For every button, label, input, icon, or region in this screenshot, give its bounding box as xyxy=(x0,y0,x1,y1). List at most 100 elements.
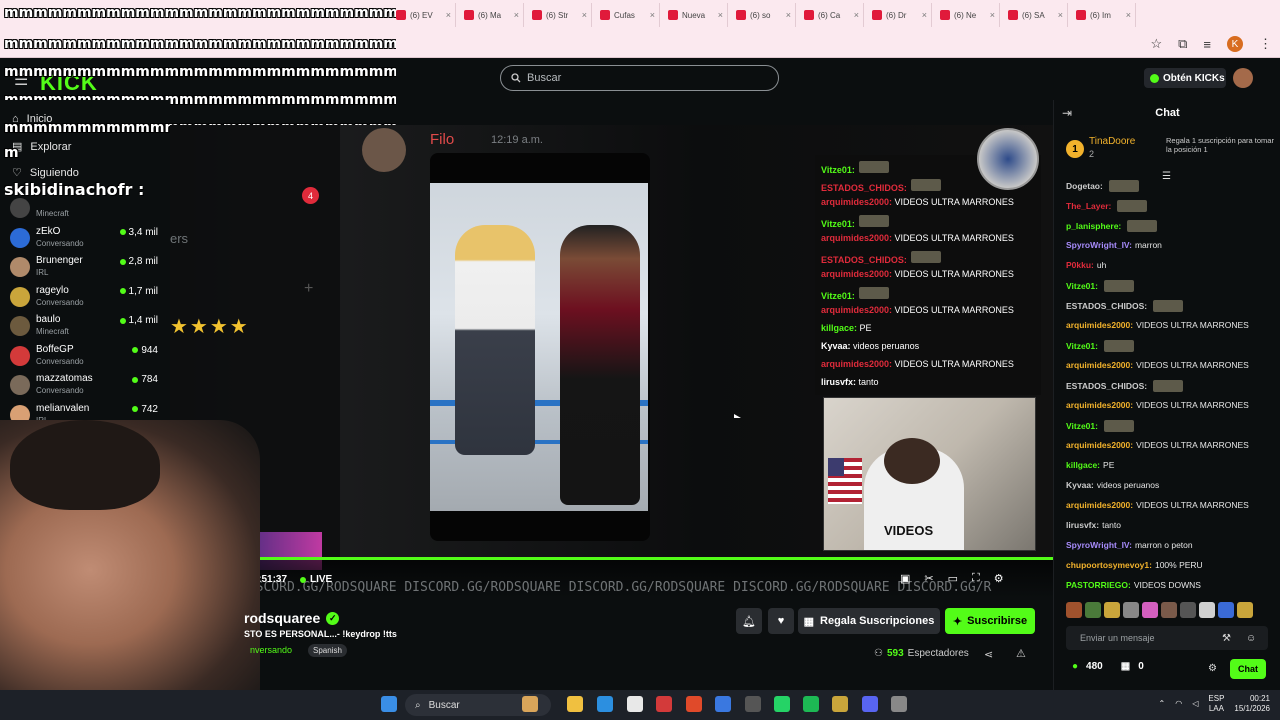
taskbar-app-icon[interactable] xyxy=(627,696,643,712)
browser-tab[interactable]: (6) SA × xyxy=(1002,3,1068,27)
emote-button[interactable] xyxy=(1180,602,1196,618)
close-tab-icon[interactable]: × xyxy=(854,10,859,20)
chat-username[interactable]: ESTADOS_CHIDOS: xyxy=(1066,301,1147,311)
chat-username[interactable]: PASTORRIEGO: xyxy=(1066,580,1131,590)
volume-icon[interactable]: ◁ xyxy=(1192,699,1198,708)
emote-button[interactable] xyxy=(1199,602,1215,618)
close-tab-icon[interactable]: × xyxy=(514,10,519,20)
taskbar-app-icon[interactable] xyxy=(832,696,848,712)
close-tab-icon[interactable]: × xyxy=(446,10,451,20)
close-tab-icon[interactable]: × xyxy=(990,10,995,20)
notification-button[interactable]: 🔔︎ xyxy=(736,608,762,634)
sidebar-channel[interactable]: rageylo Conversando 1,7 mil xyxy=(10,285,160,313)
nav-explore[interactable]: ▤ Explorar xyxy=(12,140,71,154)
close-tab-icon[interactable]: × xyxy=(786,10,791,20)
browser-tab[interactable]: (6) Ma × xyxy=(458,3,524,27)
taskbar-app-icon[interactable] xyxy=(715,696,731,712)
sidebar-channel[interactable]: Brunenger IRL 2,8 mil xyxy=(10,255,160,283)
translate-icon[interactable]: ⚒ xyxy=(1222,633,1231,644)
chat-username[interactable]: arquimides2000: xyxy=(1066,440,1133,450)
browser-tab[interactable]: (6) Str × xyxy=(526,3,592,27)
profile-avatar[interactable]: K xyxy=(1227,36,1243,52)
get-kicks-button[interactable]: Obtén KICKs xyxy=(1144,68,1226,88)
close-tab-icon[interactable]: × xyxy=(1058,10,1063,20)
chat-username[interactable]: arquimides2000: xyxy=(1066,500,1133,510)
chat-username[interactable]: Dogetao: xyxy=(1066,181,1103,191)
theater-icon[interactable]: ▭ xyxy=(948,572,958,585)
chat-username[interactable]: Kyvaa: xyxy=(1066,480,1094,490)
filter-icon[interactable]: ☰ xyxy=(1162,171,1171,182)
chat-username[interactable]: SpyroWright_IV: xyxy=(1066,240,1132,250)
chat-username[interactable]: SpyroWright_IV: xyxy=(1066,540,1132,550)
gifter-username[interactable]: TinaDoore xyxy=(1089,136,1135,147)
search-input[interactable]: Buscar xyxy=(500,65,779,91)
browser-tab[interactable]: (6) so × xyxy=(730,3,796,27)
user-avatar[interactable] xyxy=(1233,68,1253,88)
browser-tab[interactable]: (6) Dr × xyxy=(866,3,932,27)
extensions-icon[interactable]: ⧉ xyxy=(1178,36,1187,52)
taskbar-app-icon[interactable] xyxy=(862,696,878,712)
sidebar-channel[interactable]: zEkO Conversando 3,4 mil xyxy=(10,226,160,254)
close-tab-icon[interactable]: × xyxy=(650,10,655,20)
emote-button[interactable] xyxy=(1142,602,1158,618)
chat-settings-icon[interactable]: ⚙ xyxy=(1208,663,1217,674)
close-tab-icon[interactable]: × xyxy=(582,10,587,20)
channel-name[interactable]: rodsquaree ✓ xyxy=(244,610,340,626)
close-tab-icon[interactable]: × xyxy=(718,10,723,20)
media-controls-icon[interactable]: ≡ xyxy=(1203,37,1211,52)
language-tag[interactable]: Spanish xyxy=(308,644,347,657)
report-icon[interactable]: ⚠ xyxy=(1016,647,1026,660)
clock[interactable]: 00:21 15/1/2026 xyxy=(1234,694,1270,713)
progress-bar[interactable] xyxy=(245,557,1053,560)
sidebar-channel[interactable]: mazzatomas Conversando 784 xyxy=(10,373,160,401)
chat-username[interactable]: arquimides2000: xyxy=(1066,360,1133,370)
sidebar-channel[interactable]: BoffeGP Conversando 944 xyxy=(10,344,160,372)
taskbar-app-icon[interactable] xyxy=(803,696,819,712)
emote-button[interactable] xyxy=(1237,602,1253,618)
browser-tab[interactable]: (6) Im × xyxy=(1070,3,1136,27)
browser-tab[interactable]: (6) Ca × xyxy=(798,3,864,27)
wifi-icon[interactable]: ◠ xyxy=(1175,699,1182,708)
sidebar-channel[interactable]: Minecraft xyxy=(10,196,160,224)
chat-username[interactable]: P0kku: xyxy=(1066,260,1094,270)
emoji-icon[interactable]: ☺ xyxy=(1246,633,1256,644)
chevron-up-icon[interactable]: ⌃ xyxy=(1159,699,1166,708)
nav-following[interactable]: ♡ Siguiendo xyxy=(12,166,79,180)
gift-subs-button[interactable]: ▦ Regala Suscripciones xyxy=(798,608,940,634)
chat-username[interactable]: Vitze01: xyxy=(1066,421,1098,431)
emote-button[interactable] xyxy=(1085,602,1101,618)
chat-username[interactable]: The_Layer: xyxy=(1066,201,1111,211)
browser-menu-icon[interactable]: ⋮ xyxy=(1259,36,1272,52)
follow-button[interactable]: ♥ xyxy=(768,608,794,634)
fullscreen-icon[interactable]: ⛶ xyxy=(972,572,980,585)
browser-tab[interactable]: Nueva × xyxy=(662,3,728,27)
emote-button[interactable] xyxy=(1161,602,1177,618)
windows-start-icon[interactable] xyxy=(381,696,397,712)
chat-username[interactable]: arquimides2000: xyxy=(1066,400,1133,410)
browser-tab[interactable]: (6) EV × xyxy=(390,3,456,27)
clip-icon[interactable]: ✂ xyxy=(924,572,933,585)
taskbar-app-icon[interactable] xyxy=(522,696,538,712)
taskbar-app-icon[interactable] xyxy=(745,696,761,712)
chat-username[interactable]: Vitze01: xyxy=(1066,281,1098,291)
stream-category[interactable]: nversando xyxy=(250,645,292,655)
browser-tab[interactable]: (6) Ne × xyxy=(934,3,1000,27)
emote-button[interactable] xyxy=(1104,602,1120,618)
chat-username[interactable]: ESTADOS_CHIDOS: xyxy=(1066,381,1147,391)
taskbar-app-icon[interactable] xyxy=(774,696,790,712)
bookmark-star-icon[interactable]: ☆ xyxy=(1150,36,1162,52)
chat-username[interactable]: lirusvfx: xyxy=(1066,520,1099,530)
keyboard-language[interactable]: ESP LAA xyxy=(1208,694,1224,713)
close-tab-icon[interactable]: × xyxy=(922,10,927,20)
chat-username[interactable]: killgace: xyxy=(1066,460,1100,470)
emote-button[interactable] xyxy=(1066,602,1082,618)
chat-username[interactable]: p_lanisphere: xyxy=(1066,221,1121,231)
browser-tab[interactable]: Cufas × xyxy=(594,3,660,27)
taskbar-app-icon[interactable] xyxy=(891,696,907,712)
share-icon[interactable]: ⋖ xyxy=(984,648,993,661)
taskbar-app-icon[interactable] xyxy=(656,696,672,712)
taskbar-app-icon[interactable] xyxy=(597,696,613,712)
subscribe-button[interactable]: ✦ Suscribirse xyxy=(945,608,1035,634)
miniplayer-icon[interactable]: ▣ xyxy=(900,572,910,585)
sidebar-channel[interactable]: baulo Minecraft 1,4 mil xyxy=(10,314,160,342)
